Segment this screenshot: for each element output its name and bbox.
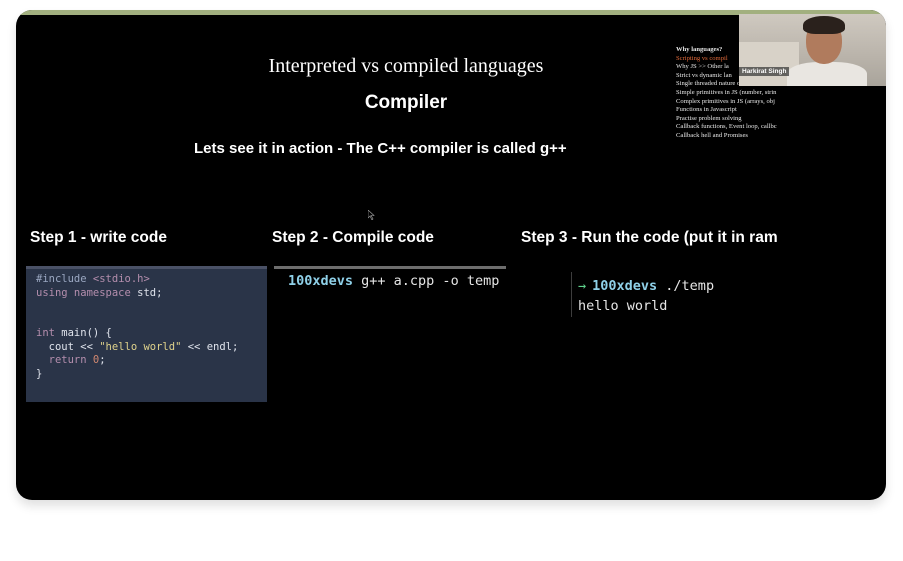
video-frame: Interpreted vs compiled languages Compil… (16, 10, 886, 500)
code-token: std; (130, 286, 163, 299)
outline-item[interactable]: Callback functions, Event loop, callbc (676, 123, 798, 132)
code-token: <stdio.h> (92, 273, 150, 285)
terminal-step-2: 100xdevs g++ a.cpp -o temp (274, 266, 506, 296)
code-token: "hello world" (99, 340, 182, 353)
code-token: cout << (36, 340, 100, 353)
code-line: using namespace std; (36, 287, 257, 301)
code-line: #include <stdio.h> (36, 273, 257, 287)
terminal-command: ./temp (657, 278, 715, 294)
code-token: #include (36, 273, 93, 285)
terminal-prompt: 100xdevs (288, 273, 354, 289)
code-token: 0 (86, 354, 100, 366)
code-line: cout << "hello world" << endl; (36, 341, 257, 355)
step-1-label: Step 1 - write code (30, 229, 167, 246)
code-editor-step-1: #include <stdio.h> using namespace std; … (26, 266, 267, 402)
terminal-command: g++ a.cpp -o temp (353, 273, 500, 289)
outline-item[interactable]: Callback hell and Promises (676, 132, 798, 141)
step-2-label: Step 2 - Compile code (272, 229, 434, 246)
code-token: using namespace (36, 286, 131, 299)
presenter-name-tag: Harkirat Singh (739, 67, 790, 76)
code-token: } (36, 367, 43, 380)
mouse-cursor-icon (368, 210, 375, 220)
outline-item[interactable]: Complex primitives in JS (arrays, obj (676, 98, 798, 107)
terminal-prompt: 100xdevs (592, 278, 658, 294)
terminal-step-3: → 100xdevs ./temp hello world (571, 272, 801, 317)
outline-item[interactable]: Practise problem solving (676, 115, 798, 124)
code-token: return (36, 354, 87, 366)
outline-item[interactable]: Simple primitives in JS (number, strin (676, 89, 798, 98)
code-line: } (36, 368, 257, 382)
code-token: main() { (54, 327, 112, 339)
code-line: int main() { (36, 327, 257, 341)
presenter-hair (803, 16, 845, 34)
code-token: ; (99, 354, 106, 366)
webcam-overlay: Harkirat Singh (739, 14, 886, 86)
slide-description: Lets see it in action - The C++ compiler… (194, 140, 567, 157)
code-token: << endl; (181, 340, 239, 353)
prompt-arrow-icon: → (578, 278, 587, 294)
terminal-output: hello world (578, 298, 668, 314)
step-3-label: Step 3 - Run the code (put it in ram (521, 229, 778, 246)
presenter-body (787, 62, 867, 86)
code-line: return 0; (36, 354, 257, 368)
terminal-line: → 100xdevs ./temp (578, 276, 801, 296)
code-token: int (36, 327, 55, 339)
outline-item[interactable]: Functions in Javascript (676, 106, 798, 115)
